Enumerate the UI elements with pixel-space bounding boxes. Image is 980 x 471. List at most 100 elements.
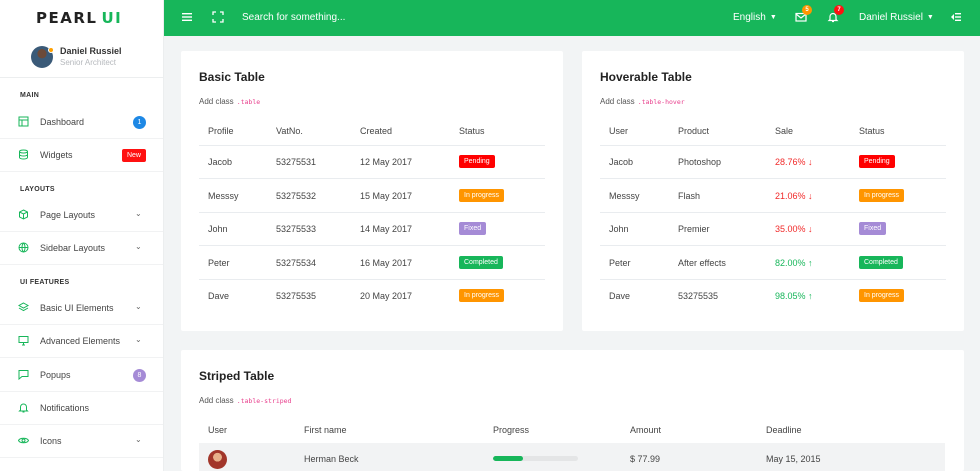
chevron-down-icon: ⌄ (135, 335, 142, 344)
user-menu[interactable]: Daniel Russiel ▼ (859, 12, 934, 24)
column-header[interactable]: Sale (775, 126, 793, 136)
sidebar-section-layouts: LAYOUTS (20, 186, 55, 193)
column-header[interactable]: Deadline (766, 425, 802, 435)
search-input[interactable]: Search for something... (242, 11, 345, 25)
chevron-down-icon: ⌄ (135, 242, 142, 251)
divider (199, 279, 545, 280)
column-header[interactable]: First name (304, 425, 347, 435)
sidebar-section-main: MAIN (20, 92, 40, 99)
arrow-up-icon: ↑ (808, 291, 813, 301)
cell-product: 53275535 (678, 291, 719, 301)
sale-value: 28.76% (775, 157, 806, 167)
cell-profile: Messsy (208, 191, 239, 201)
column-header[interactable]: User (609, 126, 628, 136)
sale-value: 21.06% (775, 191, 806, 201)
cell-deadline: May 15, 2015 (766, 454, 821, 464)
layout-icon (18, 116, 29, 127)
cell-user: Jacob (609, 157, 634, 167)
card-title: Striped Table (199, 369, 275, 383)
card-subtitle: Add class .table-hover (600, 97, 685, 106)
sidebar-item-label: Advanced Elements (40, 336, 121, 346)
expand-icon[interactable] (212, 11, 224, 26)
arrow-up-icon: ↑ (808, 258, 813, 268)
sale-value: 98.05% (775, 291, 806, 301)
subtitle-text: Add class (199, 97, 234, 106)
chevron-down-icon: ⌄ (135, 302, 142, 311)
sidebar-item-label: Notifications (40, 403, 90, 413)
brand-name-accent: UI (101, 9, 123, 27)
cell-first-name: Herman Beck (304, 454, 359, 464)
cell-created: 15 May 2017 (360, 191, 413, 201)
sidebar: Daniel Russiel Senior Architect MAIN Das… (0, 36, 164, 471)
sidebar-item-page-layouts[interactable]: Page Layouts ⌄ (0, 199, 163, 232)
sidebar-item-icons[interactable]: Icons ⌄ (0, 425, 163, 458)
cell-profile: Dave (208, 291, 230, 301)
sidebar-item-label: Icons (40, 436, 62, 446)
column-header[interactable]: Product (678, 126, 709, 136)
box-icon (18, 209, 29, 220)
divider (600, 145, 946, 146)
cell-profile: Peter (208, 258, 230, 268)
sidebar-profile[interactable]: Daniel Russiel Senior Architect (0, 36, 163, 78)
column-header[interactable]: Status (459, 126, 485, 136)
status-badge: Completed (459, 256, 503, 269)
sidebar-item-popups[interactable]: Popups 8 (0, 359, 163, 392)
cell-product: After effects (678, 258, 726, 268)
status-badge: In progress (859, 189, 905, 202)
column-header[interactable]: Progress (493, 425, 529, 435)
brand-logo[interactable]: PEARL UI (0, 0, 164, 36)
divider (199, 212, 545, 213)
cell-product: Photoshop (678, 157, 722, 167)
basic-table-card: Basic Table Add class .table Profile VatN… (181, 51, 563, 331)
sidebar-item-notifications[interactable]: Notifications (0, 392, 163, 425)
message-icon (18, 369, 29, 381)
card-title: Basic Table (199, 70, 265, 84)
brand-name: PEARL (36, 9, 98, 27)
cell-created: 12 May 2017 (360, 157, 413, 167)
class-code: .table-striped (236, 397, 292, 405)
status-badge: Completed (859, 256, 903, 269)
caret-down-icon: ▼ (769, 14, 777, 21)
collapse-icon[interactable] (950, 11, 962, 26)
progress-fill (493, 456, 523, 461)
column-header[interactable]: Amount (630, 425, 661, 435)
sidebar-item-dashboard[interactable]: Dashboard 1 (0, 106, 163, 139)
subtitle-text: Add class (600, 97, 635, 106)
database-icon (18, 149, 29, 160)
cell-sale: 82.00% ↑ (775, 258, 813, 268)
cell-user: John (609, 224, 629, 234)
layers-icon (17, 302, 30, 313)
cell-vat: 53275534 (276, 258, 317, 268)
column-header[interactable]: Created (360, 126, 392, 136)
cell-user: Dave (609, 291, 631, 301)
profile-role: Senior Architect (60, 58, 117, 67)
cell-profile: John (208, 224, 228, 234)
language-selector[interactable]: English ▼ (733, 12, 777, 24)
status-dot (48, 47, 54, 53)
hamburger-icon[interactable] (181, 11, 193, 26)
cell-amount: $ 77.99 (630, 454, 661, 464)
chevron-down-icon: ⌄ (135, 435, 142, 444)
sidebar-item-sidebar-layouts[interactable]: Sidebar Layouts ⌄ (0, 232, 163, 265)
sale-value: 35.00% (775, 224, 806, 234)
status-badge: In progress (859, 289, 905, 302)
column-header[interactable]: VatNo. (276, 126, 303, 136)
arrow-down-icon: ↓ (808, 224, 813, 234)
count-badge: 8 (133, 369, 146, 382)
sidebar-item-basic-ui-elements[interactable]: Basic UI Elements ⌄ (0, 292, 163, 325)
sidebar-item-label: Dashboard (40, 117, 85, 127)
divider (600, 212, 946, 213)
card-title: Hoverable Table (600, 70, 692, 84)
column-header[interactable]: User (208, 425, 227, 435)
sidebar-item-widgets[interactable]: Widgets New (0, 139, 163, 172)
chevron-down-icon: ⌄ (135, 209, 142, 218)
column-header[interactable]: Status (859, 126, 885, 136)
cell-vat: 53275533 (276, 224, 317, 234)
globe-icon (18, 242, 29, 253)
column-header[interactable]: Profile (208, 126, 234, 136)
cell-user: Peter (609, 258, 631, 268)
sidebar-item-label: Page Layouts (40, 210, 96, 220)
profile-name: Daniel Russiel (60, 46, 122, 56)
eye-icon (17, 435, 30, 446)
sidebar-item-advanced-elements[interactable]: Advanced Elements ⌄ (0, 325, 163, 358)
